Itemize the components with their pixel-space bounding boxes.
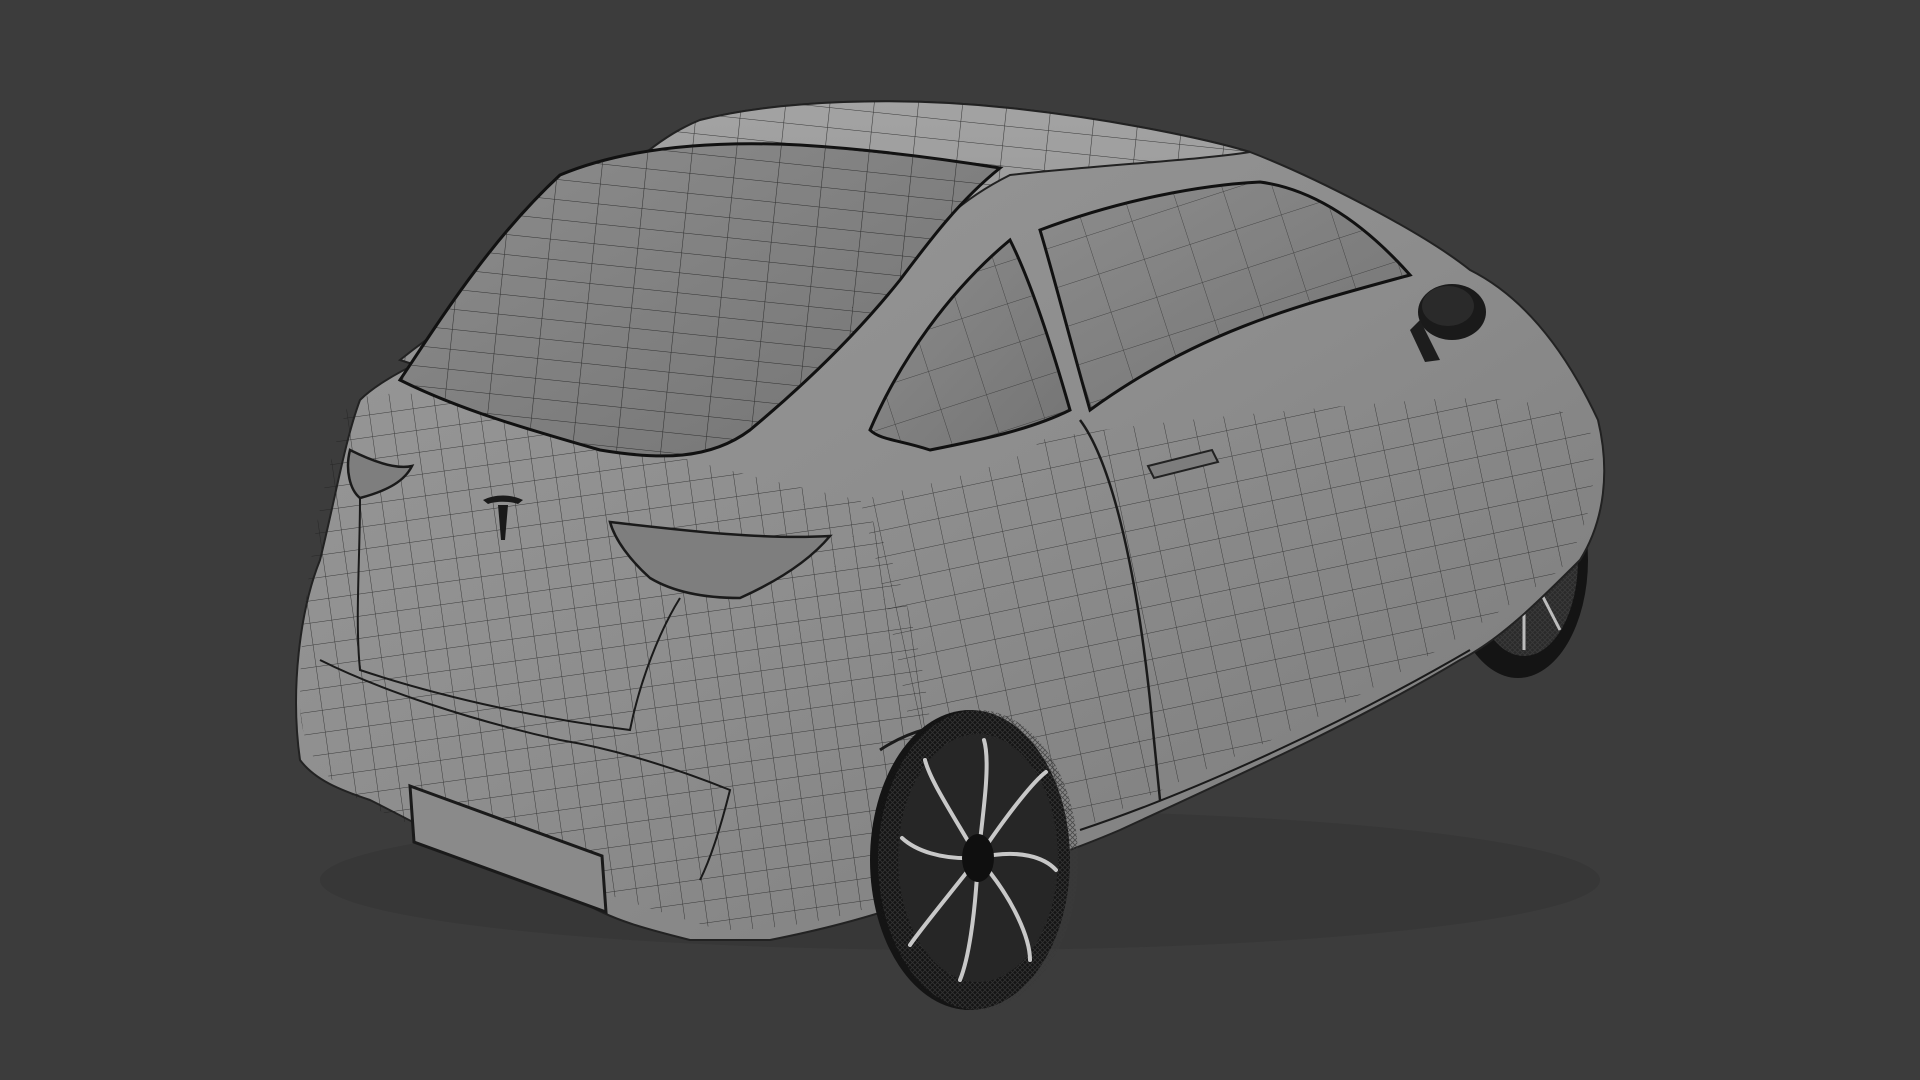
- car-model-render: [295, 100, 1606, 1010]
- 3d-viewport[interactable]: [0, 0, 1920, 1080]
- rear-near-wheel: [870, 710, 1078, 1010]
